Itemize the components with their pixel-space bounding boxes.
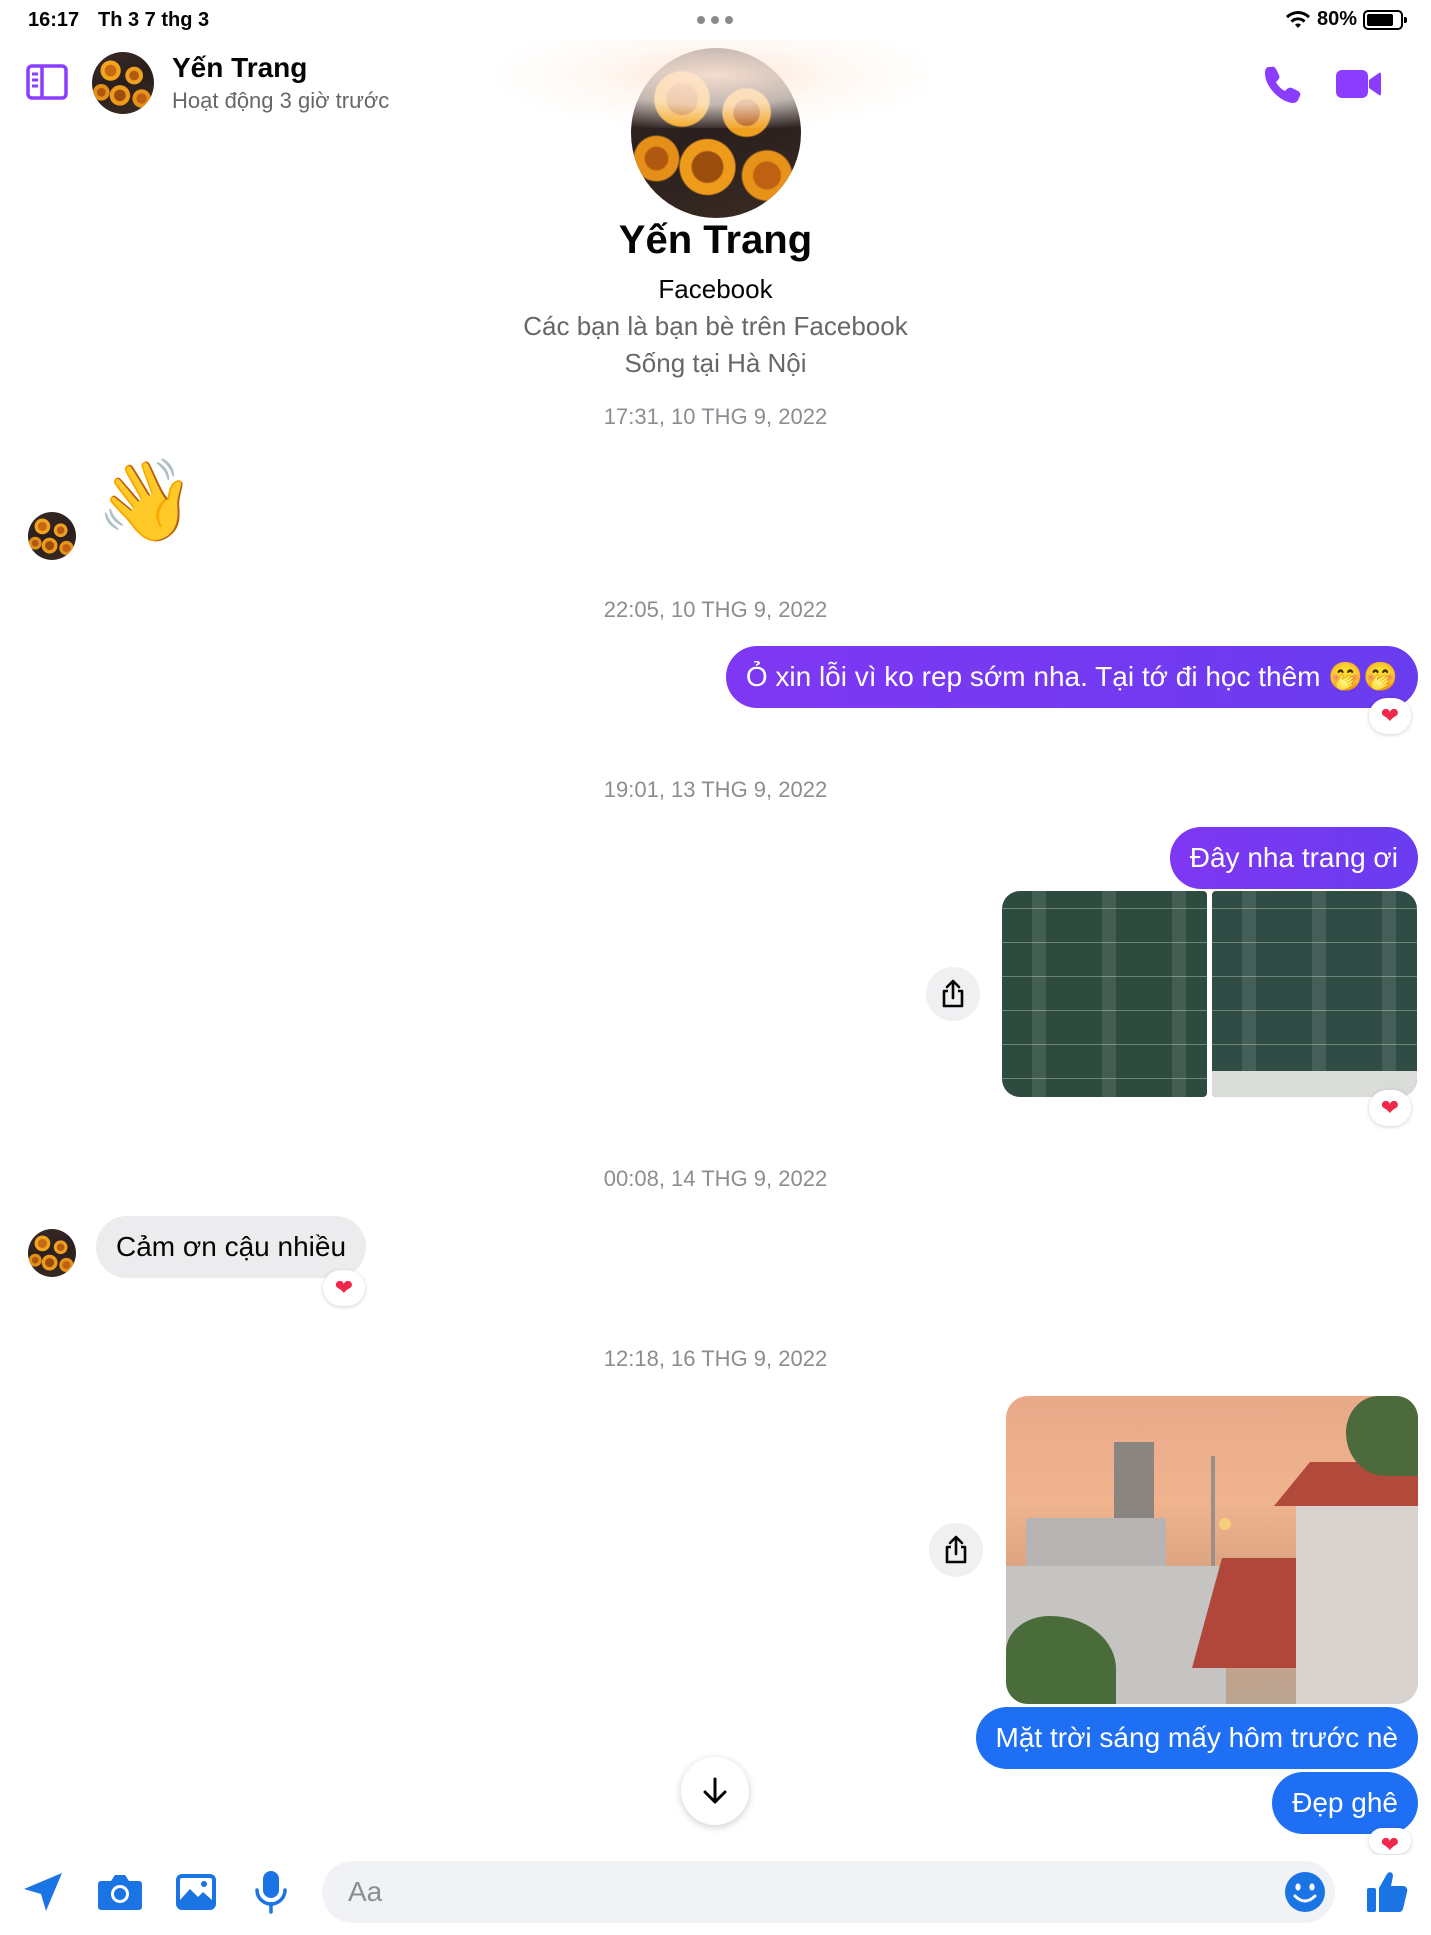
conversation-header: Yến Trang Hoạt động 3 giờ trước (0, 40, 1431, 126)
emoji-button[interactable] (1280, 1867, 1330, 1917)
share-button[interactable] (929, 1523, 983, 1577)
timestamp: 00:08, 14 THG 9, 2022 (603, 1166, 828, 1191)
outgoing-message[interactable]: Mặt trời sáng mấy hôm trước nè (975, 1707, 1418, 1769)
gallery-icon (176, 1874, 216, 1910)
status-right: 80% (1285, 8, 1407, 31)
voice-message-button[interactable] (246, 1867, 296, 1917)
message-composer (0, 1855, 1431, 1935)
header-contact-name[interactable]: Yến Trang (172, 52, 307, 84)
outgoing-message[interactable]: Ỏ xin lỗi vì ko rep sớm nha. Tại tớ đi h… (725, 646, 1418, 708)
scroll-to-bottom-button[interactable] (681, 1757, 749, 1825)
heart-reaction[interactable]: ❤ (1369, 698, 1411, 734)
header-active-status: Hoạt động 3 giờ trước (172, 88, 390, 113)
header-avatar[interactable] (92, 52, 154, 114)
mic-icon (255, 1871, 287, 1914)
send-location-button[interactable] (18, 1867, 68, 1917)
phone-icon[interactable] (1262, 64, 1302, 104)
timestamp: 12:18, 16 THG 9, 2022 (603, 1346, 828, 1371)
share-icon (945, 1535, 967, 1564)
camera-button[interactable] (95, 1867, 145, 1917)
outgoing-message[interactable]: Đẹp ghê (1272, 1772, 1418, 1834)
thumbs-up-icon (1367, 1872, 1408, 1912)
battery-percent: 80% (1316, 8, 1357, 30)
profile-source: Facebook (658, 274, 773, 304)
shared-photo-chalkboard-1[interactable] (1002, 891, 1207, 1097)
timestamp: 19:01, 13 THG 9, 2022 (603, 777, 828, 802)
timestamp: 17:31, 10 THG 9, 2022 (603, 404, 828, 429)
like-button[interactable] (1362, 1867, 1412, 1917)
incoming-message[interactable]: Cảm ơn cậu nhiều (96, 1216, 367, 1278)
status-date: Th 3 7 thg 3 (98, 9, 210, 31)
sidebar-icon[interactable] (26, 64, 68, 100)
profile-friends-note: Các bạn là bạn bè trên Facebook (523, 311, 908, 341)
camera-icon (98, 1875, 142, 1910)
outgoing-message[interactable]: Đây nha trang ơi (1169, 827, 1418, 889)
profile-name: Yến Trang (618, 218, 813, 262)
shared-photo-sunset[interactable] (1006, 1396, 1418, 1704)
status-time: 16:17 (28, 9, 80, 31)
battery-icon (1363, 9, 1407, 30)
profile-location: Sống tại Hà Nội (624, 348, 807, 378)
heart-reaction[interactable]: ❤ (1369, 1090, 1411, 1126)
contact-avatar[interactable] (28, 512, 76, 560)
contact-avatar[interactable] (28, 1229, 76, 1277)
shared-photo-chalkboard-2[interactable] (1212, 891, 1417, 1097)
gallery-button[interactable] (171, 1867, 221, 1917)
share-icon (942, 979, 964, 1008)
heart-reaction[interactable]: ❤ (323, 1270, 365, 1306)
send-location-icon (24, 1873, 62, 1911)
arrow-down-icon (703, 1777, 727, 1804)
message-input[interactable] (322, 1861, 1335, 1923)
wifi-icon (1285, 10, 1310, 28)
video-icon[interactable] (1334, 66, 1382, 102)
status-bar: 16:17 Th 3 7 thg 3 80% (0, 0, 1431, 40)
wave-emoji-message[interactable]: 👋 (96, 456, 196, 546)
multitasking-dots-icon[interactable] (697, 16, 733, 24)
emoji-icon (1285, 1872, 1325, 1912)
share-button[interactable] (926, 967, 980, 1021)
heart-reaction[interactable]: ❤ (1369, 1828, 1411, 1854)
timestamp: 22:05, 10 THG 9, 2022 (603, 597, 828, 622)
